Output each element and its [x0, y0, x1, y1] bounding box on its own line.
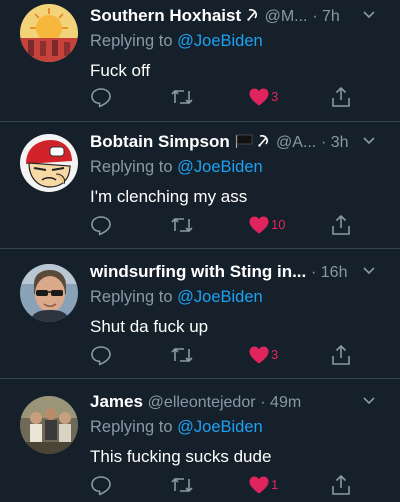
share-button[interactable]: [330, 86, 352, 110]
handle[interactable]: @M...: [265, 8, 308, 25]
timestamp[interactable]: · 49m: [260, 394, 301, 411]
share-icon: [332, 87, 350, 107]
reply-icon: [91, 346, 111, 366]
tweet[interactable]: windsurfing with Sting in... · 16h Reply…: [0, 249, 400, 379]
replying-to-label: Replying to: [90, 418, 178, 436]
avatar[interactable]: [20, 264, 78, 322]
replying-to-label: Replying to: [90, 158, 178, 176]
avatar[interactable]: [20, 134, 78, 192]
avatar[interactable]: [20, 4, 78, 62]
reply-button[interactable]: [90, 344, 112, 368]
mention-link[interactable]: @JoeBiden: [177, 32, 263, 50]
reply-button[interactable]: [90, 214, 112, 238]
display-name[interactable]: windsurfing with Sting in...: [90, 262, 306, 281]
like-button[interactable]: 3: [248, 86, 278, 110]
heart-icon: [249, 346, 269, 364]
retweet-icon: [171, 90, 193, 104]
reply-button[interactable]: [90, 86, 112, 110]
chevron-down-icon[interactable]: [362, 394, 376, 408]
share-button[interactable]: [330, 474, 352, 498]
group-photo-avatar-image: [20, 396, 78, 454]
hammer-sickle-icon: [246, 6, 260, 28]
share-button[interactable]: [330, 214, 352, 238]
sunrise-poster-avatar-image: [20, 4, 78, 62]
heart-icon: [249, 88, 269, 106]
replying-to: Replying to @JoeBiden: [90, 416, 390, 438]
display-name[interactable]: Southern Hoxhaist: [90, 6, 241, 25]
timestamp[interactable]: · 16h: [311, 264, 347, 281]
display-name[interactable]: Bobtain Simpson: [90, 132, 230, 151]
timestamp[interactable]: · 3h: [321, 134, 349, 151]
replying-to-label: Replying to: [90, 32, 178, 50]
share-icon: [332, 215, 350, 235]
replying-to: Replying to @JoeBiden: [90, 30, 390, 52]
tweet-text: I'm clenching my ass: [90, 187, 248, 206]
mention-link[interactable]: @JoeBiden: [177, 288, 263, 306]
like-button[interactable]: 3: [248, 344, 278, 368]
retweet-icon: [171, 348, 193, 362]
retweet-icon: [171, 478, 193, 492]
reply-icon: [91, 88, 111, 108]
like-button[interactable]: 10: [248, 214, 285, 238]
mention-link[interactable]: @JoeBiden: [177, 418, 263, 436]
handle[interactable]: @elleontejedor: [148, 394, 256, 411]
replying-to: Replying to @JoeBiden: [90, 286, 390, 308]
replying-to: Replying to @JoeBiden: [90, 156, 390, 178]
share-icon: [332, 345, 350, 365]
tweet[interactable]: Southern Hoxhaist @M... · 7h Replying to…: [0, 0, 400, 122]
reply-icon: [91, 476, 111, 496]
chevron-down-icon[interactable]: [362, 264, 376, 278]
like-count: 1: [271, 477, 279, 492]
timestamp[interactable]: · 7h: [312, 8, 340, 25]
tweet[interactable]: James @elleontejedor · 49m Replying to @…: [0, 379, 400, 502]
like-count: 10: [271, 217, 286, 232]
handle[interactable]: @A...: [276, 134, 316, 151]
retweet-button[interactable]: [170, 214, 194, 238]
reply-icon: [91, 216, 111, 236]
replying-to-label: Replying to: [90, 288, 178, 306]
heart-icon: [249, 476, 269, 494]
heart-icon: [249, 216, 269, 234]
share-button[interactable]: [330, 344, 352, 368]
retweet-button[interactable]: [170, 474, 194, 498]
tweet-text: Fuck off: [90, 61, 151, 80]
chevron-down-icon[interactable]: [362, 8, 376, 22]
mention-link[interactable]: @JoeBiden: [177, 158, 263, 176]
cartoon-pilot-avatar-image: [20, 134, 78, 192]
display-name[interactable]: James: [90, 392, 143, 411]
chevron-down-icon[interactable]: [362, 134, 376, 148]
hammer-sickle-icon: [257, 132, 271, 154]
tweet-text: This fucking sucks dude: [90, 447, 272, 466]
retweet-button[interactable]: [170, 344, 194, 368]
like-button[interactable]: 1: [248, 474, 278, 498]
like-count: 3: [271, 347, 279, 362]
like-count: 3: [271, 89, 279, 104]
retweet-icon: [171, 218, 193, 232]
black-flag-icon: [235, 132, 253, 154]
tweet[interactable]: Bobtain Simpson @A... · 3h Replying to @…: [0, 122, 400, 249]
avatar[interactable]: [20, 396, 78, 454]
retweet-button[interactable]: [170, 86, 194, 110]
reply-button[interactable]: [90, 474, 112, 498]
share-icon: [332, 475, 350, 495]
man-sunglasses-avatar-image: [20, 264, 78, 322]
tweet-text: Shut da fuck up: [90, 317, 209, 336]
